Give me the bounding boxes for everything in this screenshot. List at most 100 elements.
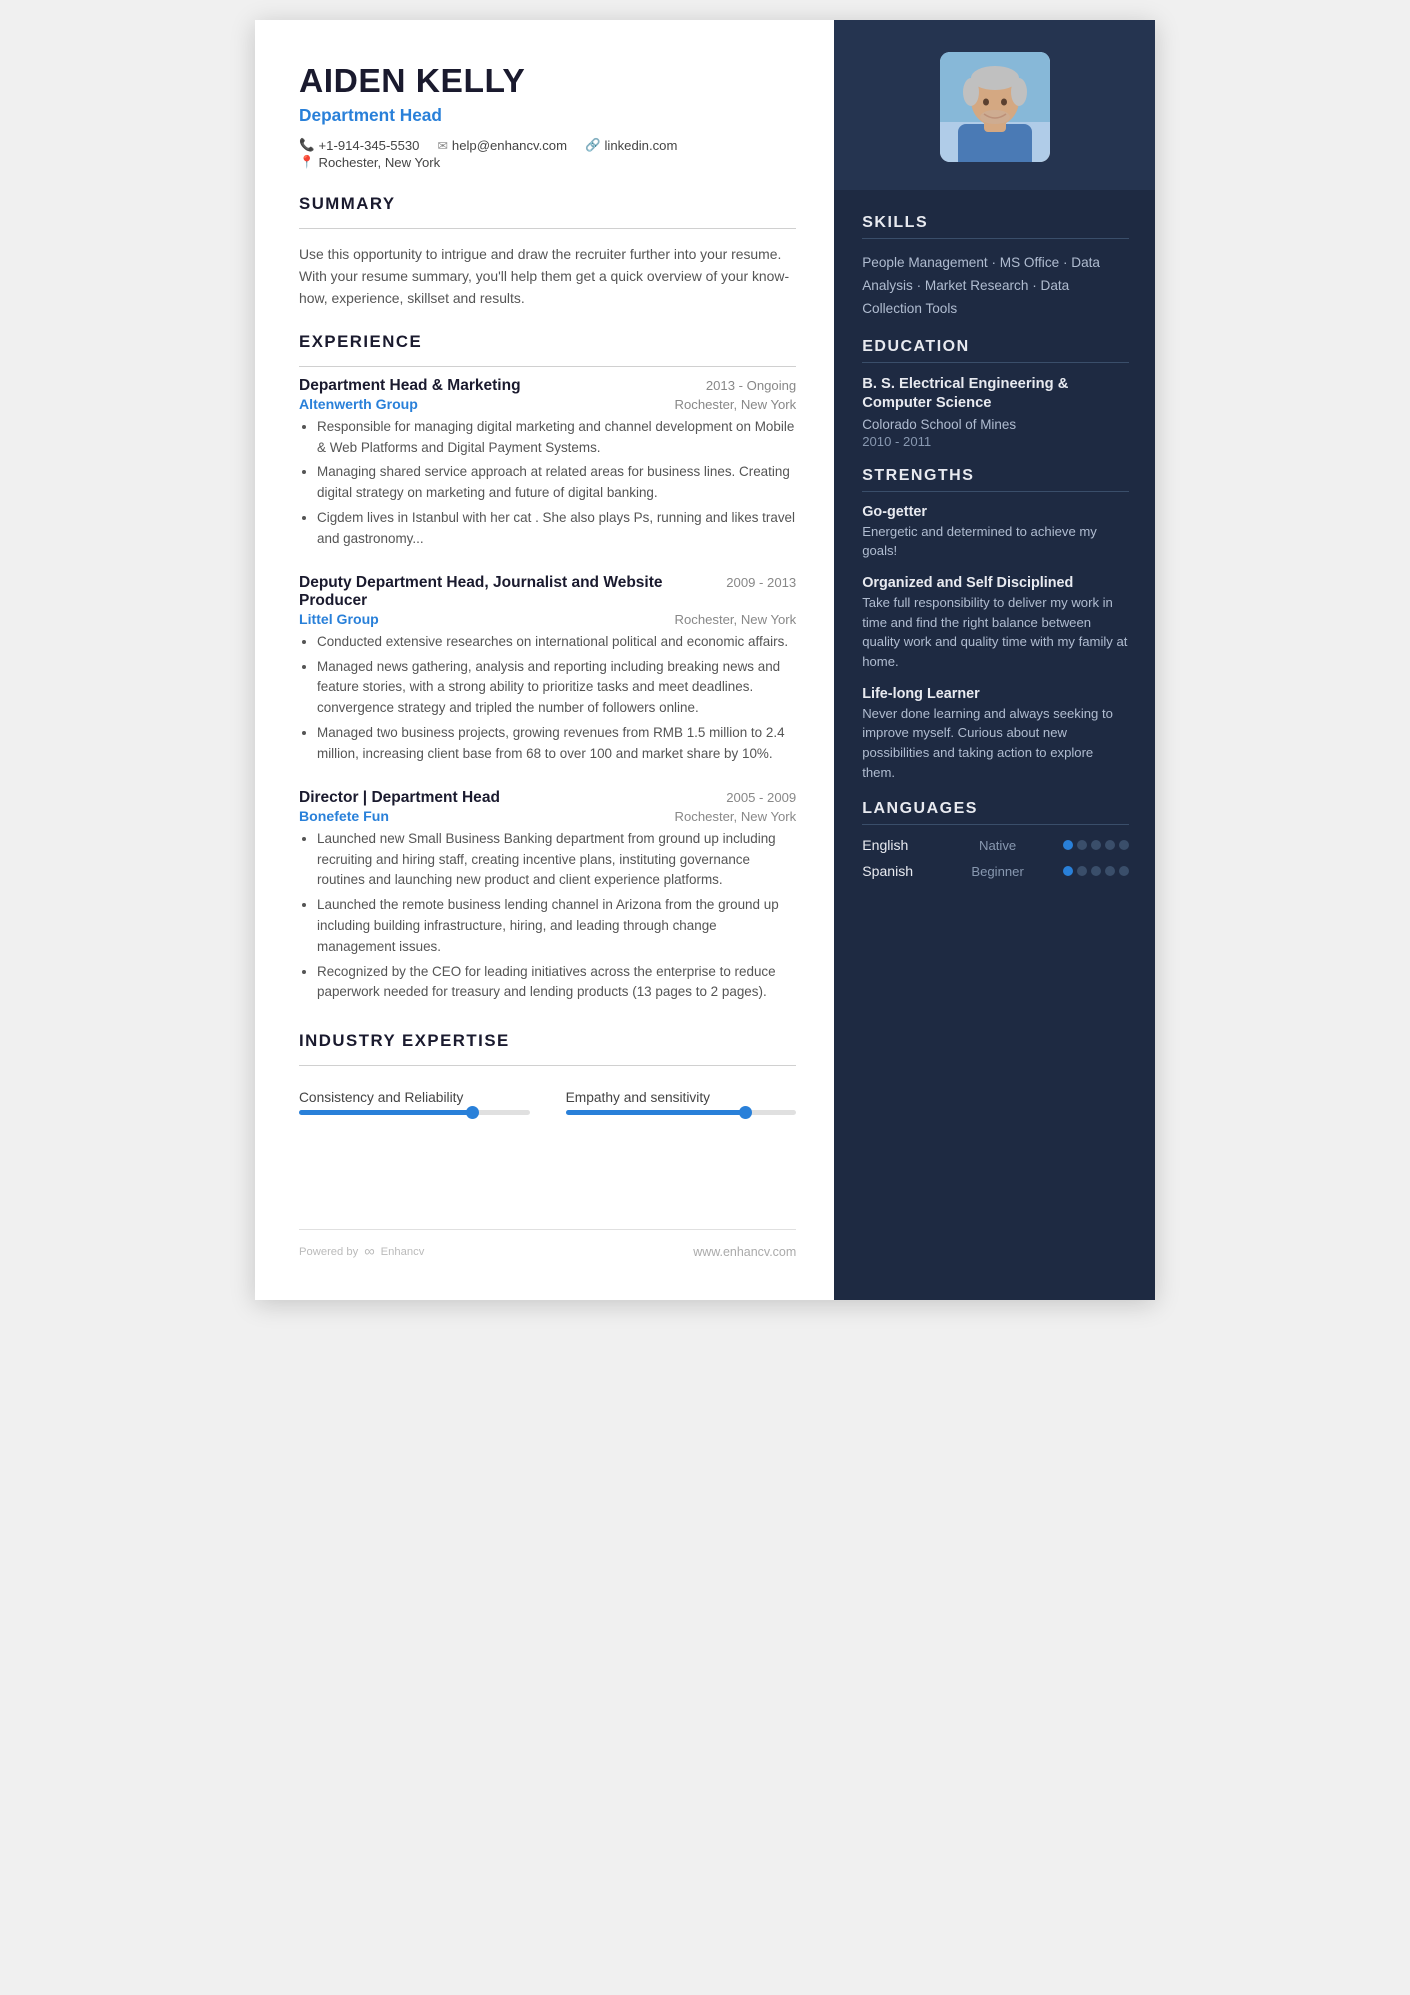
job-2: Deputy Department Head, Journalist and W… (299, 574, 796, 769)
job-1-location: Rochester, New York (675, 397, 797, 412)
skills-section-title: SKILLS (862, 214, 1129, 232)
industry-bar-2-fill (566, 1110, 746, 1115)
location-row: 📍 Rochester, New York (299, 155, 796, 170)
job-1-bullet-2: Managing shared service approach at rela… (317, 462, 796, 504)
strength-1-desc: Energetic and determined to achieve my g… (862, 522, 1129, 561)
industry-bar-1: Consistency and Reliability (299, 1090, 530, 1115)
strength-3: Life-long Learner Never done learning an… (862, 686, 1129, 783)
languages-divider (862, 824, 1129, 825)
phone-number: +1-914-345-5530 (319, 138, 420, 153)
lang-english-dot-1 (1063, 840, 1073, 850)
languages-section-title: LANGUAGES (862, 800, 1129, 818)
education-school: Colorado School of Mines (862, 417, 1129, 432)
language-english: English Native (862, 837, 1129, 853)
footer-logo: Powered by ∞ Enhancv (299, 1244, 424, 1260)
industry-divider (299, 1065, 796, 1066)
photo-area (834, 20, 1155, 190)
job-3-bullets: Launched new Small Business Banking depa… (299, 829, 796, 1004)
job-3-bullet-1: Launched new Small Business Banking depa… (317, 829, 796, 891)
industry-bar-2-bg (566, 1110, 797, 1115)
job-3-company: Bonefete Fun (299, 808, 389, 824)
strengths-divider (862, 491, 1129, 492)
job-2-title: Deputy Department Head, Journalist and W… (299, 574, 726, 610)
contact-row: 📞 +1-914-345-5530 ✉ help@enhancv.com 🔗 l… (299, 138, 796, 153)
job-2-header: Deputy Department Head, Journalist and W… (299, 574, 796, 610)
experience-section-title: EXPERIENCE (299, 332, 796, 352)
industry-bar-1-bg (299, 1110, 530, 1115)
linkedin-icon: 🔗 (585, 138, 601, 153)
lang-english-dot-5 (1119, 840, 1129, 850)
lang-spanish-dot-2 (1077, 866, 1087, 876)
footer: Powered by ∞ Enhancv www.enhancv.com (299, 1229, 796, 1260)
education-section-title: EDUCATION (862, 338, 1129, 356)
industry-bars: Consistency and Reliability Empathy and … (299, 1090, 796, 1115)
job-1: Department Head & Marketing 2013 - Ongoi… (299, 377, 796, 554)
job-2-bullet-3: Managed two business projects, growing r… (317, 723, 796, 765)
lang-spanish-dot-5 (1119, 866, 1129, 876)
job-2-bullet-1: Conducted extensive researches on intern… (317, 632, 796, 653)
right-column: SKILLS People Management · MS Office · D… (834, 20, 1155, 1300)
lang-spanish-dot-3 (1091, 866, 1101, 876)
avatar-svg (940, 52, 1050, 162)
email-icon: ✉ (437, 138, 447, 153)
job-2-bullets: Conducted extensive researches on intern… (299, 632, 796, 765)
email-address: help@enhancv.com (452, 138, 567, 153)
job-3-header: Director | Department Head 2005 - 2009 (299, 789, 796, 807)
lang-english-dot-3 (1091, 840, 1101, 850)
candidate-title: Department Head (299, 105, 796, 126)
powered-by-text: Powered by (299, 1246, 358, 1258)
job-1-bullet-3: Cigdem lives in Istanbul with her cat . … (317, 508, 796, 550)
industry-bar-1-fill (299, 1110, 472, 1115)
lang-english-dot-4 (1105, 840, 1115, 850)
strength-3-desc: Never done learning and always seeking t… (862, 704, 1129, 783)
education-divider (862, 362, 1129, 363)
strength-3-name: Life-long Learner (862, 686, 1129, 702)
job-3-location: Rochester, New York (675, 809, 797, 824)
job-2-company-row: Littel Group Rochester, New York (299, 611, 796, 627)
job-1-title: Department Head & Marketing (299, 377, 521, 395)
job-3-title: Director | Department Head (299, 789, 500, 807)
job-1-company: Altenwerth Group (299, 396, 418, 412)
linkedin-url: linkedin.com (605, 138, 678, 153)
location-icon: 📍 (299, 155, 315, 170)
job-3-bullet-3: Recognized by the CEO for leading initia… (317, 962, 796, 1004)
lang-english-level: Native (968, 838, 1028, 853)
lang-spanish-dot-4 (1105, 866, 1115, 876)
resume-wrapper: AIDEN KELLY Department Head 📞 +1-914-345… (255, 20, 1155, 1300)
language-spanish: Spanish Beginner (862, 863, 1129, 879)
job-2-location: Rochester, New York (675, 612, 797, 627)
job-1-date: 2013 - Ongoing (706, 378, 796, 393)
education-degree: B. S. Electrical Engineering & Computer … (862, 375, 1129, 413)
strength-1: Go-getter Energetic and determined to ac… (862, 504, 1129, 561)
job-2-date: 2009 - 2013 (726, 575, 796, 590)
strengths-section-title: STRENGTHS (862, 467, 1129, 485)
lang-english-dots (1063, 840, 1129, 850)
industry-bar-2: Empathy and sensitivity (566, 1090, 797, 1115)
job-3-company-row: Bonefete Fun Rochester, New York (299, 808, 796, 824)
phone-contact: 📞 +1-914-345-5530 (299, 138, 419, 153)
strength-2: Organized and Self Disciplined Take full… (862, 575, 1129, 672)
job-1-company-row: Altenwerth Group Rochester, New York (299, 396, 796, 412)
industry-bar-2-label: Empathy and sensitivity (566, 1090, 797, 1105)
job-3-date: 2005 - 2009 (726, 790, 796, 805)
strength-2-name: Organized and Self Disciplined (862, 575, 1129, 591)
job-3-bullet-2: Launched the remote business lending cha… (317, 895, 796, 957)
lang-spanish-dot-1 (1063, 866, 1073, 876)
enhancv-logo-icon: ∞ (364, 1244, 374, 1260)
lang-english-name: English (862, 837, 932, 853)
left-column: AIDEN KELLY Department Head 📞 +1-914-345… (255, 20, 834, 1300)
job-2-company: Littel Group (299, 611, 379, 627)
footer-website: www.enhancv.com (693, 1245, 796, 1259)
phone-icon: 📞 (299, 138, 315, 153)
job-2-bullet-2: Managed news gathering, analysis and rep… (317, 657, 796, 719)
email-contact: ✉ help@enhancv.com (437, 138, 567, 153)
skills-text: People Management · MS Office · Data Ana… (862, 251, 1129, 320)
industry-section-title: INDUSTRY EXPERTISE (299, 1031, 796, 1051)
summary-text: Use this opportunity to intrigue and dra… (299, 243, 796, 310)
summary-divider (299, 228, 796, 229)
education-dates: 2010 - 2011 (862, 434, 1129, 449)
location-contact: 📍 Rochester, New York (299, 155, 440, 170)
strength-2-desc: Take full responsibility to deliver my w… (862, 593, 1129, 672)
location-text: Rochester, New York (319, 155, 441, 170)
right-inner: SKILLS People Management · MS Office · D… (834, 190, 1155, 919)
